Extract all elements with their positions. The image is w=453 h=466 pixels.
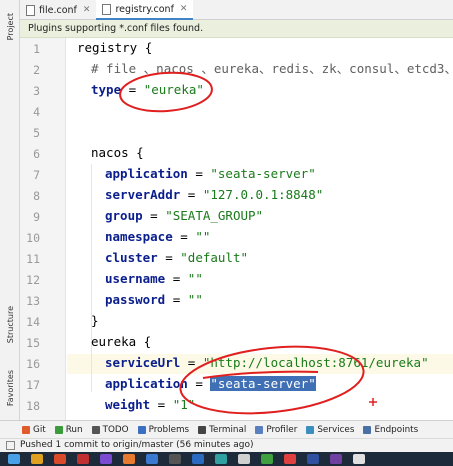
code-line-11: cluster = "default": [105, 250, 248, 265]
line-number: 8: [33, 189, 40, 203]
line-number: 16: [26, 357, 40, 371]
structure-label: Structure: [5, 306, 15, 344]
os-taskbar: [0, 452, 453, 466]
close-icon[interactable]: ✕: [180, 4, 188, 14]
status-bar: Pushed 1 commit to origin/master (56 min…: [0, 438, 453, 452]
app-icon[interactable]: [307, 454, 319, 464]
git-icon: [22, 425, 30, 434]
project-label: Project: [5, 13, 15, 41]
tool-terminal[interactable]: Terminal: [198, 425, 246, 435]
run-icon: [54, 425, 63, 434]
tool-endpoints[interactable]: Endpoints: [363, 425, 418, 435]
line-number: 7: [33, 168, 40, 182]
tool-run[interactable]: Run: [54, 425, 83, 435]
line-number: 2: [33, 63, 40, 77]
selected-text: "seata-server": [210, 376, 316, 391]
tab-registry-conf[interactable]: registry.conf ✕: [96, 0, 194, 20]
project-tool-button[interactable]: Project: [1, 4, 19, 50]
code-line-17: application = "seata-server": [105, 376, 316, 391]
line-number-gutter: 1 2 3 4 5 6 7 8 9 10 11 12 13 14 15 16 1…: [20, 38, 66, 420]
wechat-icon[interactable]: [261, 454, 273, 464]
line-number: 9: [33, 210, 40, 224]
code-line-15: eureka {: [91, 334, 152, 349]
plugin-notice-banner: Plugins supporting *.conf files found.: [20, 20, 453, 38]
profiler-icon: [255, 425, 264, 434]
app-icon[interactable]: [146, 454, 158, 464]
line-number: 18: [26, 399, 40, 413]
folder-icon[interactable]: [31, 454, 43, 464]
structure-tool-button[interactable]: Structure: [1, 300, 19, 350]
code-line-12: username = "": [105, 271, 203, 286]
code-line-9: group = "SEATA_GROUP": [105, 208, 264, 223]
editor-tab-bar: file.conf ✕ registry.conf ✕: [20, 0, 453, 20]
app-icon[interactable]: [54, 454, 66, 464]
app-icon[interactable]: [192, 454, 204, 464]
app-icon[interactable]: [353, 454, 365, 464]
tool-window-bar: Git Run TODO Problems Terminal Profiler …: [0, 420, 453, 438]
line-number: 3: [33, 84, 40, 98]
app-icon[interactable]: [238, 454, 250, 464]
tool-todo[interactable]: TODO: [91, 425, 129, 435]
services-icon: [306, 425, 315, 434]
terminal-app-icon[interactable]: [169, 454, 181, 464]
problems-icon: [137, 425, 146, 434]
tool-git[interactable]: Git: [22, 425, 46, 435]
code-line-6: nacos {: [91, 145, 144, 160]
code-line-16: serviceUrl = "http://localhost:8761/eure…: [105, 355, 429, 370]
file-icon: [26, 4, 35, 16]
tab-file-conf[interactable]: file.conf ✕: [20, 0, 96, 20]
line-number: 12: [26, 273, 40, 287]
line-number: 4: [33, 105, 40, 119]
app-icon[interactable]: [100, 454, 112, 464]
line-number: 11: [26, 252, 40, 266]
status-toggle-icon[interactable]: [6, 441, 15, 450]
code-line-10: namespace = "": [105, 229, 211, 244]
line-number: 6: [33, 147, 40, 161]
tab-label: file.conf: [39, 4, 77, 16]
line-number: 5: [33, 126, 40, 140]
code-line-7: application = "seata-server": [105, 166, 316, 181]
chrome-icon[interactable]: [284, 454, 296, 464]
line-number: 14: [26, 315, 40, 329]
favorites-tool-button[interactable]: Favorites: [1, 362, 19, 414]
terminal-icon: [198, 425, 207, 434]
close-icon[interactable]: ✕: [83, 5, 91, 15]
code-editor[interactable]: 1 2 3 4 5 6 7 8 9 10 11 12 13 14 15 16 1…: [20, 38, 453, 420]
favorites-label: Favorites: [5, 369, 15, 407]
tool-problems[interactable]: Problems: [137, 425, 189, 435]
tab-label: registry.conf: [115, 3, 174, 15]
code-line-14: }: [91, 313, 99, 328]
status-message: Pushed 1 commit to origin/master (56 min…: [20, 440, 254, 450]
code-line-3: type = "eureka": [91, 82, 204, 97]
code-line-13: password = "": [105, 292, 203, 307]
left-tool-strip: Project Structure Favorites: [0, 0, 20, 420]
code-line-8: serverAddr = "127.0.0.1:8848": [105, 187, 324, 202]
app-icon[interactable]: [123, 454, 135, 464]
tool-services[interactable]: Services: [306, 425, 354, 435]
code-line-2: # file 、nacos 、eureka、redis、zk、consul、et…: [91, 61, 453, 76]
line-number: 15: [26, 336, 40, 350]
file-icon: [102, 3, 112, 15]
line-number: 13: [26, 294, 40, 308]
code-line-1: registry {: [77, 40, 153, 55]
line-number: 1: [33, 42, 40, 56]
filezilla-icon[interactable]: [77, 454, 89, 464]
todo-icon: [91, 425, 100, 434]
line-number: 17: [26, 378, 40, 392]
code-line-18: weight = "1": [105, 397, 196, 412]
app-icon[interactable]: [330, 454, 342, 464]
line-number: 10: [26, 231, 40, 245]
start-icon[interactable]: [8, 454, 20, 464]
endpoints-icon: [363, 425, 372, 434]
tool-profiler[interactable]: Profiler: [255, 425, 297, 435]
app-icon[interactable]: [215, 454, 227, 464]
indent-guide: [91, 164, 92, 332]
